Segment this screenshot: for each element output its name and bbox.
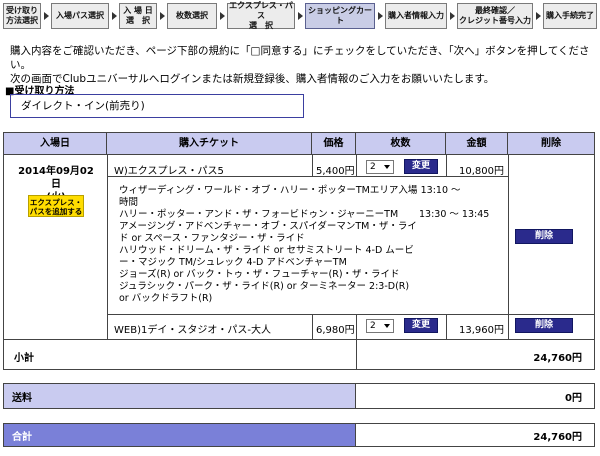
qty-select-1[interactable]: 2 — [366, 160, 394, 174]
attraction-name: ジョーズ(R) or バック・トゥ・ザ・フューチャー(R)・ザ・ライド — [119, 269, 400, 280]
cart-table-header: 入場日 購入チケット 価格 枚数 金額 削除 — [4, 133, 594, 155]
step-qty-select: 枚数選択 — [167, 3, 217, 29]
attraction-row: アメージング・アドベンチャー・オブ・スパイダーマンTM・ザ・ライド or スペー… — [119, 221, 479, 245]
postage-label: 送料 — [4, 384, 356, 408]
attraction-name: ジュラシック・パーク・ザ・ライド(R) or ターミネーター 2:3-D(R) … — [119, 281, 410, 304]
ticket-amount-2: 13,960円 — [459, 325, 504, 336]
attraction-row: ジュラシック・パーク・ザ・ライド(R) or ターミネーター 2:3-D(R) … — [119, 281, 479, 305]
header-qty: 枚数 — [356, 133, 446, 154]
header-date: 入場日 — [4, 133, 107, 154]
attraction-row: ウィザーディング・ワールド・オブ・ハリー・ポッターTMエリア入場時間 13:10… — [119, 185, 479, 209]
step-receive-method: 受け取り 方法選択 — [3, 3, 41, 29]
postage-row: 送料 0円 — [3, 383, 595, 409]
step-arrow-icon — [220, 12, 225, 20]
total-label: 合計 — [4, 424, 356, 446]
change-qty-button-2[interactable]: 変更 — [404, 318, 438, 333]
step-arrow-icon — [44, 12, 49, 20]
delete-button-2[interactable]: 削除 — [515, 318, 573, 333]
subtotal-label: 小計 — [14, 353, 34, 364]
attraction-row: ハリー・ポッター・アンド・ザ・フォービドゥン・ジャーニーTM 13:30 ～ 1… — [119, 209, 490, 221]
ticket-name-1: W)エクスプレス・パス5 — [114, 166, 224, 177]
receive-method-value: ダイレクト・イン(前売り) — [10, 94, 304, 118]
attraction-list: ウィザーディング・ワールド・オブ・ハリー・ポッターTMエリア入場時間 13:10… — [119, 185, 490, 305]
visit-date-text: 2014年09月02日 — [18, 166, 94, 190]
step-arrow-icon — [450, 12, 455, 20]
total-value: 24,760円 — [533, 431, 582, 443]
ticket-name-2: WEB)1デイ・スタジオ・パス-大人 — [114, 325, 271, 336]
step-pass-select: 入場パス選択 — [51, 3, 109, 29]
intro-line-1: 購入内容をご確認いただき、ページ下部の規約に「□同意する」にチェックをしていただ… — [10, 45, 590, 71]
qty-select-value: 2 — [370, 162, 376, 172]
delete-button-1[interactable]: 削除 — [515, 229, 573, 244]
subtotal-value: 24,760円 — [533, 353, 582, 364]
subtotal-row: 小計 24,760円 — [3, 340, 595, 370]
attraction-name: ウィザーディング・ワールド・オブ・ハリー・ポッターTMエリア入場時間 — [119, 185, 418, 208]
step-arrow-icon — [378, 12, 383, 20]
attraction-name: ハリー・ポッター・アンド・ザ・フォービドゥン・ジャーニーTM — [119, 209, 399, 220]
postage-value: 0円 — [565, 392, 582, 404]
header-ticket: 購入チケット — [107, 133, 312, 154]
step-arrow-icon — [160, 12, 165, 20]
attraction-row: ハリウッド・ドリーム・ザ・ライド or セサミストリート 4-D ムービー・マジ… — [119, 245, 479, 269]
ticket-price-1: 5,400円 — [316, 166, 355, 177]
step-arrow-icon — [298, 12, 303, 20]
step-date-select: 入 場 日 選 択 — [119, 3, 157, 29]
total-row: 合計 24,760円 — [3, 423, 595, 447]
header-delete: 削除 — [541, 138, 561, 149]
attraction-time: 13:30 ～ 13:45 — [419, 209, 490, 220]
attraction-time: 13:10 ～ — [420, 185, 461, 196]
progress-steps: 受け取り 方法選択 入場パス選択 入 場 日 選 択 枚数選択 エクスプレス・パ… — [3, 1, 597, 30]
attraction-name: アメージング・アドベンチャー・オブ・スパイダーマンTM・ザ・ライド or スペー… — [119, 221, 417, 244]
add-express-pass-button[interactable]: エクスプレス・ パスを追加する — [28, 195, 84, 217]
step-arrow-icon — [536, 12, 541, 20]
attraction-name: ハリウッド・ドリーム・ザ・ライド or セサミストリート 4-D ムービー・マジ… — [119, 245, 414, 268]
step-express-select: エクスプレス・パス 選 択 — [227, 1, 295, 30]
chevron-down-icon — [384, 324, 390, 328]
step-shopping-cart: ショッピングカート — [305, 3, 375, 29]
ticket-price-2: 6,980円 — [316, 325, 355, 336]
qty-select-2[interactable]: 2 — [366, 319, 394, 333]
step-buyer-info: 購入者情報入力 — [385, 3, 447, 29]
ticket-amount-1: 10,800円 — [459, 166, 504, 177]
attraction-row: ジョーズ(R) or バック・トゥ・ザ・フューチャー(R)・ザ・ライド — [119, 269, 479, 281]
header-amount: 金額 — [446, 133, 508, 154]
cart-table: 入場日 購入チケット 価格 枚数 金額 削除 2014年09月02日 (火) エ… — [3, 132, 595, 340]
intro-text: 購入内容をご確認いただき、ページ下部の規約に「□同意する」にチェックをしていただ… — [10, 44, 590, 86]
chevron-down-icon — [384, 165, 390, 169]
step-complete: 購入手続完了 — [543, 3, 597, 29]
qty-select-value: 2 — [370, 321, 376, 331]
step-arrow-icon — [112, 12, 117, 20]
intro-line-2: 次の画面でClubユニバーサルへログインまたは新規登録後、購入者情報のご入力をお… — [10, 73, 495, 85]
change-qty-button-1[interactable]: 変更 — [404, 159, 438, 174]
step-final-confirm: 最終確認／ クレジット番号入力 — [457, 3, 533, 29]
header-price: 価格 — [312, 133, 356, 154]
